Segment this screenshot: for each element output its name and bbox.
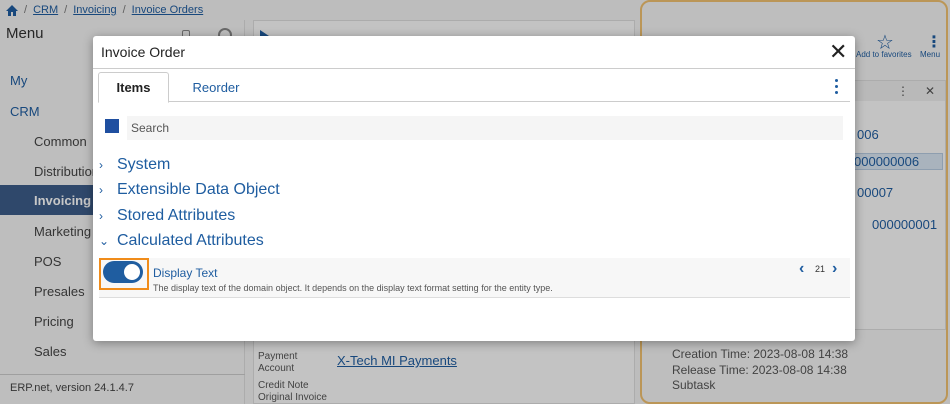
chevron-right-icon[interactable]: › (832, 260, 837, 278)
chevron-right-icon: › (99, 158, 103, 172)
tree-node-label: Stored Attributes (117, 207, 236, 224)
attribute-name: Display Text (153, 266, 218, 280)
tab-reorder[interactable]: Reorder (180, 72, 252, 103)
tree-node-stored-attributes[interactable]: › Stored Attributes (99, 207, 235, 225)
tree-node-label: Extensible Data Object (117, 181, 280, 198)
chevron-left-icon[interactable]: ‹ (799, 260, 804, 278)
tree-node-label: System (117, 156, 171, 173)
attribute-description: The display text of the domain object. I… (153, 283, 553, 293)
more-options-icon[interactable] (831, 78, 841, 96)
tab-bar: Items Reorder (98, 72, 850, 103)
tab-items[interactable]: Items (98, 72, 169, 103)
search-input[interactable] (127, 116, 843, 140)
tree-node-system[interactable]: › System (99, 156, 170, 174)
tree-node-label: Calculated Attributes (117, 232, 264, 249)
display-text-toggle[interactable] (103, 261, 143, 283)
chevron-right-icon: › (99, 183, 103, 197)
chevron-down-icon: ⌄ (99, 234, 110, 248)
invoice-order-dialog: Invoice Order ✕ Items Reorder › System ›… (93, 36, 855, 341)
toggle-knob (124, 264, 140, 280)
chevron-right-icon: › (99, 209, 103, 223)
select-all-checkbox[interactable] (105, 119, 119, 133)
close-icon[interactable]: ✕ (829, 38, 847, 66)
order-number: 21 (815, 264, 826, 274)
divider (93, 68, 855, 69)
tree-node-calculated-attributes[interactable]: ⌄ Calculated Attributes (99, 232, 264, 250)
dialog-title: Invoice Order (101, 44, 186, 60)
tree-node-extensible-data-object[interactable]: › Extensible Data Object (99, 181, 280, 199)
